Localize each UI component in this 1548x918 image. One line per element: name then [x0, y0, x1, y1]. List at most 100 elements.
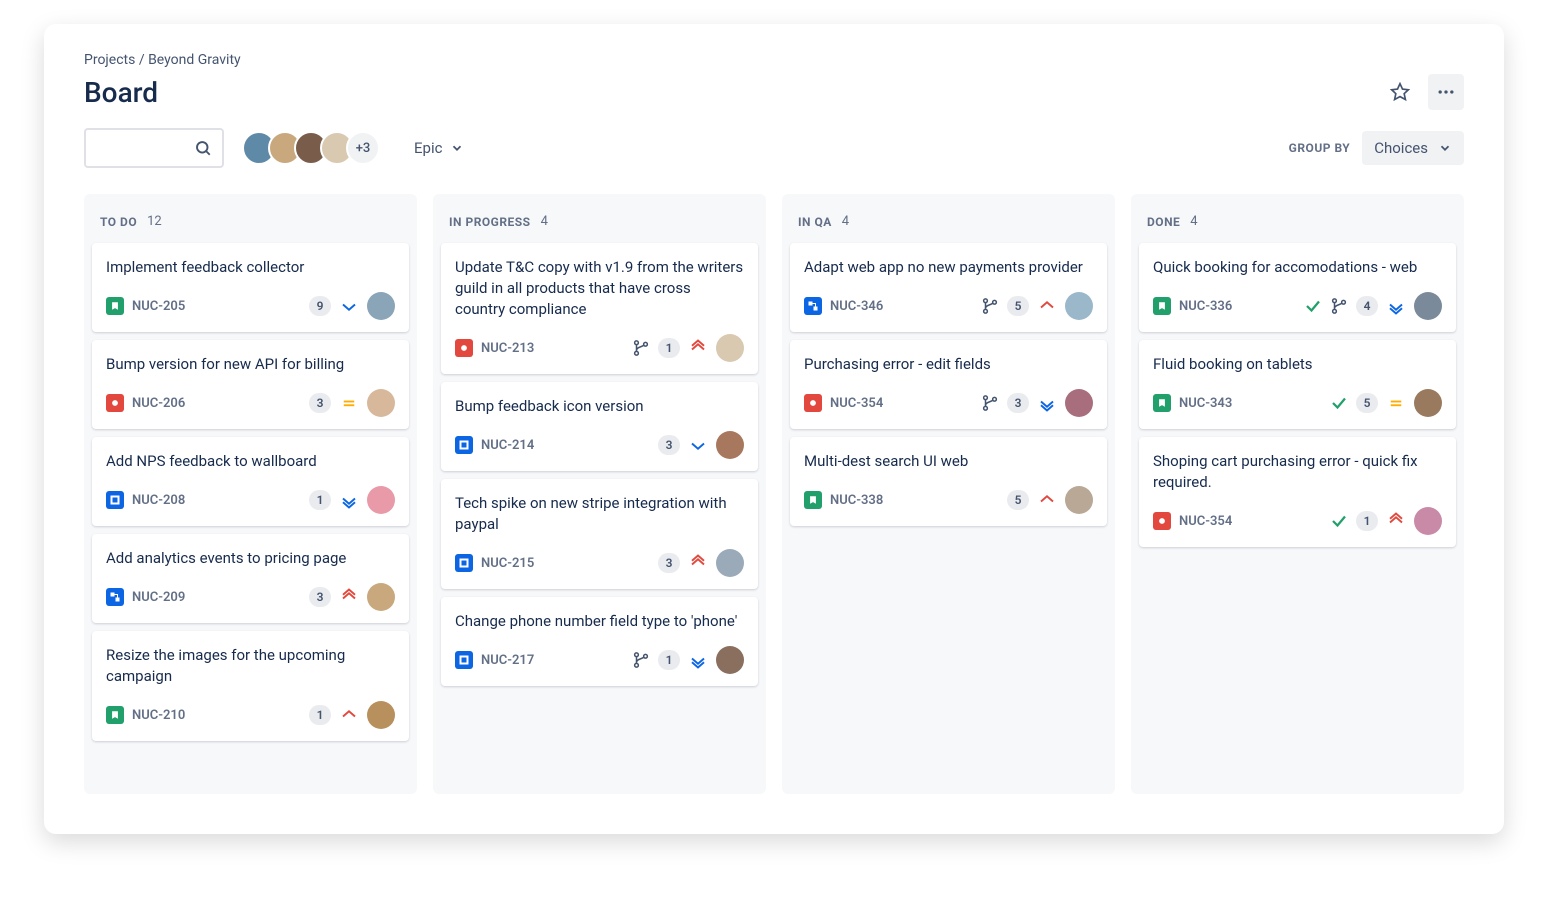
assignee-avatar[interactable] [367, 389, 395, 417]
issue-card[interactable]: Multi-dest search UI webNUC-3385 [790, 437, 1107, 526]
priority-highest-icon [688, 338, 708, 358]
breadcrumb-root-link[interactable]: Projects [84, 52, 135, 68]
more-horizontal-icon [1436, 82, 1456, 102]
priority-medium-icon [1386, 393, 1406, 413]
bug-issue-type-icon [804, 394, 822, 412]
assignee-avatar[interactable] [1065, 292, 1093, 320]
priority-medium-icon [339, 393, 359, 413]
epic-filter-label: Epic [414, 139, 442, 157]
issue-title: Resize the images for the upcoming campa… [106, 645, 395, 687]
chevron-down-icon [1438, 141, 1452, 155]
assignee-avatar[interactable] [1065, 389, 1093, 417]
story-issue-type-icon [804, 491, 822, 509]
issue-card[interactable]: Implement feedback collectorNUC-2059 [92, 243, 409, 332]
issue-title: Bump feedback icon version [455, 396, 744, 417]
issue-card[interactable]: Tech spike on new stripe integration wit… [441, 479, 758, 589]
issue-card[interactable]: Adapt web app no new payments providerNU… [790, 243, 1107, 332]
epic-filter[interactable]: Epic [406, 133, 472, 163]
issue-key: NUC-354 [830, 396, 883, 411]
done-check-icon [1330, 394, 1348, 412]
priority-lowest-icon [339, 490, 359, 510]
star-button[interactable] [1382, 74, 1418, 110]
branch-icon [1330, 297, 1348, 315]
breadcrumb-project-link[interactable]: Beyond Gravity [148, 52, 241, 68]
priority-lowest-icon [688, 650, 708, 670]
more-actions-button[interactable] [1428, 74, 1464, 110]
issue-card[interactable]: Add NPS feedback to wallboardNUC-2081 [92, 437, 409, 526]
group-by-value: Choices [1374, 139, 1428, 157]
issue-card[interactable]: Bump version for new API for billing NUC-… [92, 340, 409, 429]
assignee-avatar[interactable] [716, 431, 744, 459]
priority-highest-icon [1386, 511, 1406, 531]
story-issue-type-icon [106, 297, 124, 315]
story-points-badge: 5 [1007, 296, 1029, 316]
issue-card[interactable]: Shoping cart purchasing error - quick fi… [1139, 437, 1456, 547]
task-issue-type-icon [455, 651, 473, 669]
group-by-label: GROUP BY [1289, 141, 1351, 155]
story-points-badge: 1 [1356, 511, 1378, 531]
chevron-down-icon [450, 141, 464, 155]
task-issue-type-icon [455, 436, 473, 454]
story-points-badge: 4 [1356, 296, 1378, 316]
branch-icon [632, 339, 650, 357]
issue-title: Add analytics events to pricing page [106, 548, 395, 569]
issue-card[interactable]: Purchasing error - edit fields NUC-354 3 [790, 340, 1107, 429]
issue-key: NUC-354 [1179, 514, 1232, 529]
search-icon [194, 139, 212, 157]
story-points-badge: 3 [658, 435, 680, 455]
assignee-filter-avatars: +3 [242, 131, 380, 165]
issue-title: Fluid booking on tablets [1153, 354, 1442, 375]
story-points-badge: 5 [1007, 490, 1029, 510]
issue-card[interactable]: Add analytics events to pricing pageNUC-… [92, 534, 409, 623]
issue-title: Purchasing error - edit fields [804, 354, 1093, 375]
assignee-avatar[interactable] [367, 701, 395, 729]
assignee-avatar[interactable] [367, 486, 395, 514]
story-points-badge: 1 [309, 490, 331, 510]
issue-title: Implement feedback collector [106, 257, 395, 278]
issue-title: Bump version for new API for billing [106, 354, 395, 375]
issue-key: NUC-206 [132, 396, 185, 411]
issue-key: NUC-217 [481, 653, 534, 668]
story-points-badge: 3 [309, 587, 331, 607]
group-by-select[interactable]: Choices [1362, 131, 1464, 165]
assignee-avatar[interactable] [1414, 292, 1442, 320]
subtask-issue-type-icon [804, 297, 822, 315]
column-title: IN QA [798, 215, 832, 229]
issue-key: NUC-343 [1179, 396, 1232, 411]
breadcrumb: Projects / Beyond Gravity [84, 52, 1464, 68]
issue-card[interactable]: Quick booking for accomodations - webNUC… [1139, 243, 1456, 332]
column-title: TO DO [100, 215, 137, 229]
issue-card[interactable]: Change phone number field type to 'phone… [441, 597, 758, 686]
priority-highest-icon [688, 553, 708, 573]
issue-title: Update T&C copy with v1.9 from the write… [455, 257, 744, 320]
story-points-badge: 3 [1007, 393, 1029, 413]
assignee-avatar[interactable] [716, 646, 744, 674]
assignee-avatar[interactable] [1414, 389, 1442, 417]
issue-card[interactable]: Fluid booking on tabletsNUC-3435 [1139, 340, 1456, 429]
assignee-avatar[interactable] [1065, 486, 1093, 514]
branch-icon [981, 394, 999, 412]
assignee-avatar[interactable] [367, 583, 395, 611]
branch-icon [981, 297, 999, 315]
issue-card[interactable]: Bump feedback icon versionNUC-2143 [441, 382, 758, 471]
story-points-badge: 1 [658, 338, 680, 358]
issue-key: NUC-210 [132, 708, 185, 723]
issue-title: Quick booking for accomodations - web [1153, 257, 1442, 278]
board-column: IN QA4Adapt web app no new payments prov… [782, 194, 1115, 794]
assignee-filter-overflow[interactable]: +3 [346, 131, 380, 165]
assignee-avatar[interactable] [367, 292, 395, 320]
issue-title: Change phone number field type to 'phone… [455, 611, 744, 632]
assignee-avatar[interactable] [716, 334, 744, 362]
search-input[interactable] [84, 128, 224, 168]
issue-card[interactable]: Update T&C copy with v1.9 from the write… [441, 243, 758, 374]
assignee-avatar[interactable] [716, 549, 744, 577]
story-points-badge: 1 [309, 705, 331, 725]
done-check-icon [1304, 297, 1322, 315]
issue-title: Tech spike on new stripe integration wit… [455, 493, 744, 535]
priority-highest-icon [339, 587, 359, 607]
story-issue-type-icon [1153, 297, 1171, 315]
priority-low-icon [688, 435, 708, 455]
assignee-avatar[interactable] [1414, 507, 1442, 535]
issue-card[interactable]: Resize the images for the upcoming campa… [92, 631, 409, 741]
task-issue-type-icon [455, 554, 473, 572]
